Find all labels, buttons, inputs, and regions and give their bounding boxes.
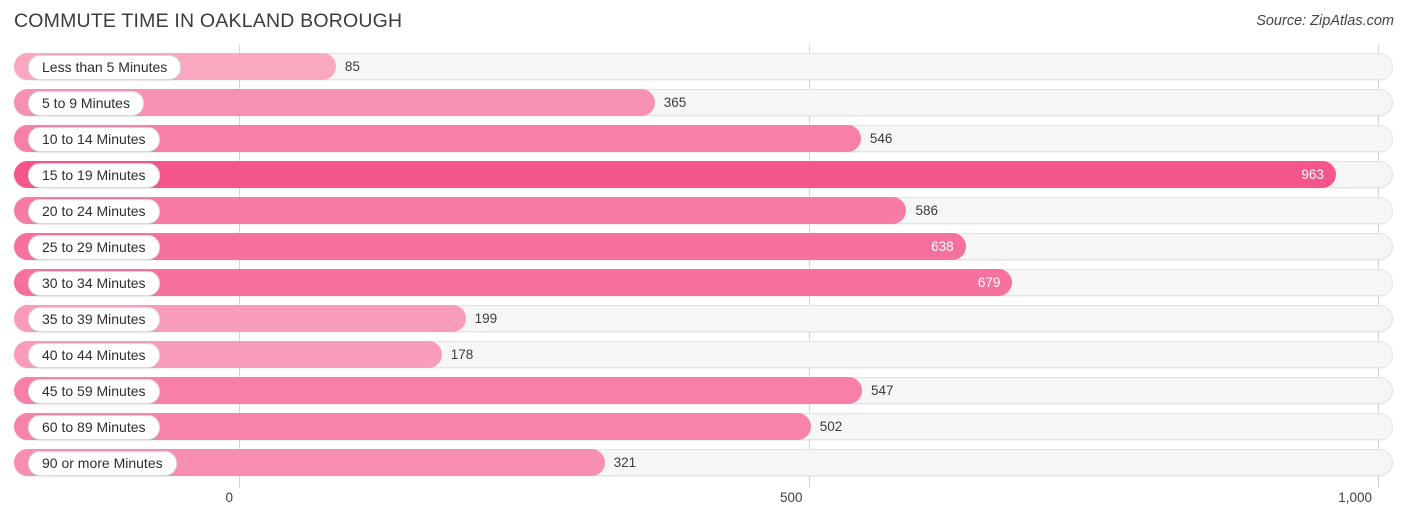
bar-value-label: 85 xyxy=(344,59,360,74)
bar-value-label: 321 xyxy=(613,455,637,470)
category-label: 20 to 24 Minutes xyxy=(28,199,160,224)
bar-row[interactable]: 502 60 to 89 Minutes xyxy=(14,413,1393,440)
bar-row[interactable]: 679 30 to 34 Minutes xyxy=(14,269,1393,296)
bar-value-label: 199 xyxy=(474,311,498,326)
bar-row[interactable]: 963 15 to 19 Minutes xyxy=(14,161,1393,188)
category-label: 45 to 59 Minutes xyxy=(28,379,160,404)
bar-row[interactable]: 586 20 to 24 Minutes xyxy=(14,197,1393,224)
bar-row[interactable]: 546 10 to 14 Minutes xyxy=(14,125,1393,152)
x-axis: 0 500 1,000 xyxy=(0,488,1406,523)
category-label: 90 or more Minutes xyxy=(28,451,177,476)
bar-fill[interactable]: 679 xyxy=(14,269,1013,296)
page-title: COMMUTE TIME IN OAKLAND BOROUGH xyxy=(14,10,403,32)
bar-value-label: 547 xyxy=(871,383,894,398)
x-axis-tick-label: 0 xyxy=(225,490,233,505)
bar-value-label: 365 xyxy=(663,95,687,110)
category-label: 30 to 34 Minutes xyxy=(28,271,160,296)
bar-row[interactable]: 85 Less than 5 Minutes xyxy=(14,53,1393,80)
category-label: 10 to 14 Minutes xyxy=(28,127,160,152)
bar-value-label: 963 xyxy=(1301,167,1324,182)
x-axis-tick-label: 1,000 xyxy=(1338,490,1372,505)
category-label: 35 to 39 Minutes xyxy=(28,307,160,332)
category-label: 40 to 44 Minutes xyxy=(28,343,160,368)
bar-value-label: 679 xyxy=(977,275,1001,290)
bar-row[interactable]: 178 40 to 44 Minutes xyxy=(14,341,1393,368)
bar-value-label: 546 xyxy=(869,131,893,146)
chart-plot-area: 85 Less than 5 Minutes 365 5 to 9 Minutes 54… xyxy=(0,45,1406,488)
category-label: 5 to 9 Minutes xyxy=(28,91,144,116)
bar-fill[interactable]: 963 xyxy=(14,161,1336,188)
chart-header: COMMUTE TIME IN OAKLAND BOROUGH Source: … xyxy=(0,0,1406,45)
category-label: 25 to 29 Minutes xyxy=(28,235,160,260)
source-attribution: Source: ZipAtlas.com xyxy=(1256,13,1394,29)
bar-row[interactable]: 547 45 to 59 Minutes xyxy=(14,377,1393,404)
category-label: Less than 5 Minutes xyxy=(28,55,182,80)
bar-value-label: 502 xyxy=(819,419,843,434)
category-label: 60 to 89 Minutes xyxy=(28,415,160,440)
bar-value-label: 178 xyxy=(450,347,474,362)
bar-value-label: 586 xyxy=(915,203,938,218)
bar-row[interactable]: 321 90 or more Minutes xyxy=(14,449,1393,476)
bar-row[interactable]: 199 35 to 39 Minutes xyxy=(14,305,1393,332)
bar-value-label: 638 xyxy=(931,239,954,254)
bar-row[interactable]: 365 5 to 9 Minutes xyxy=(14,89,1393,116)
x-axis-tick-label: 500 xyxy=(779,490,803,505)
bar-row[interactable]: 638 25 to 29 Minutes xyxy=(14,233,1393,260)
category-label: 15 to 19 Minutes xyxy=(28,163,160,188)
